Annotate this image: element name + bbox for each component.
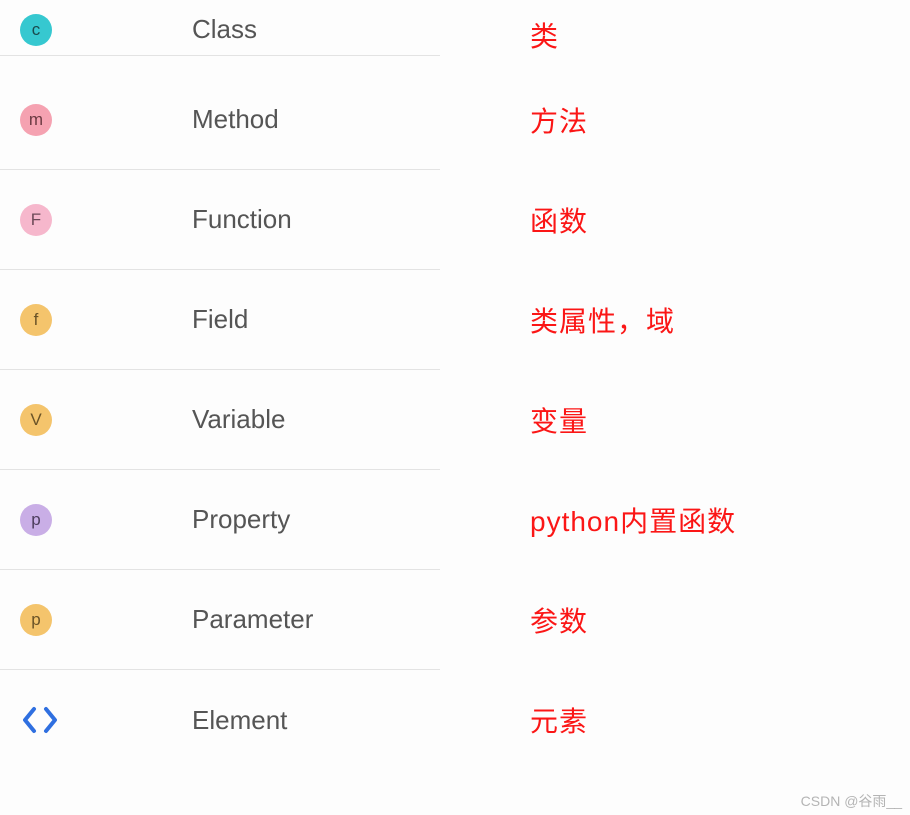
legend-row-element: Element 元素 <box>0 670 910 770</box>
function-icon: F <box>20 204 52 236</box>
legend-left-cell: F Function <box>0 170 440 270</box>
legend-right-cell: 参数 <box>440 600 910 640</box>
legend-row-parameter: p Parameter 参数 <box>0 570 910 670</box>
legend-right-cell: 类 <box>440 15 910 55</box>
legend-translation: python内置函数 <box>530 500 736 540</box>
property-icon: p <box>20 504 52 536</box>
legend-label: Parameter <box>192 604 313 635</box>
legend-label: Function <box>192 204 292 235</box>
legend-translation: 函数 <box>530 200 588 240</box>
legend-left-cell: c Class <box>0 14 440 56</box>
element-icon <box>20 700 60 740</box>
method-icon: m <box>20 104 52 136</box>
legend-label: Property <box>192 504 290 535</box>
legend-translation: 类 <box>530 15 559 55</box>
legend-translation: 参数 <box>530 600 588 640</box>
legend-right-cell: 变量 <box>440 400 910 440</box>
legend-label: Class <box>192 14 257 45</box>
legend-left-cell: Element <box>0 670 440 770</box>
legend-table: c Class 类 m Method 方法 F Function 函数 f Fi… <box>0 0 910 770</box>
legend-row-function: F Function 函数 <box>0 170 910 270</box>
legend-left-cell: p Parameter <box>0 570 440 670</box>
field-icon: f <box>20 304 52 336</box>
legend-translation: 类属性，域 <box>530 300 675 340</box>
legend-left-cell: V Variable <box>0 370 440 470</box>
legend-row-property: p Property python内置函数 <box>0 470 910 570</box>
watermark-text: CSDN @谷雨__ <box>801 791 902 811</box>
variable-icon: V <box>20 404 52 436</box>
parameter-icon: p <box>20 604 52 636</box>
legend-row-field: f Field 类属性，域 <box>0 270 910 370</box>
legend-right-cell: python内置函数 <box>440 500 910 540</box>
legend-translation: 元素 <box>530 700 588 740</box>
legend-row-class: c Class 类 <box>0 0 910 70</box>
legend-label: Field <box>192 304 248 335</box>
legend-row-method: m Method 方法 <box>0 70 910 170</box>
legend-label: Variable <box>192 404 285 435</box>
legend-left-cell: p Property <box>0 470 440 570</box>
legend-left-cell: m Method <box>0 70 440 170</box>
legend-right-cell: 函数 <box>440 200 910 240</box>
legend-row-variable: V Variable 变量 <box>0 370 910 470</box>
legend-label: Method <box>192 104 279 135</box>
legend-translation: 方法 <box>530 100 588 140</box>
legend-right-cell: 元素 <box>440 700 910 740</box>
legend-right-cell: 类属性，域 <box>440 300 910 340</box>
legend-left-cell: f Field <box>0 270 440 370</box>
legend-translation: 变量 <box>530 400 588 440</box>
legend-label: Element <box>192 705 287 736</box>
class-icon: c <box>20 14 52 46</box>
legend-right-cell: 方法 <box>440 100 910 140</box>
